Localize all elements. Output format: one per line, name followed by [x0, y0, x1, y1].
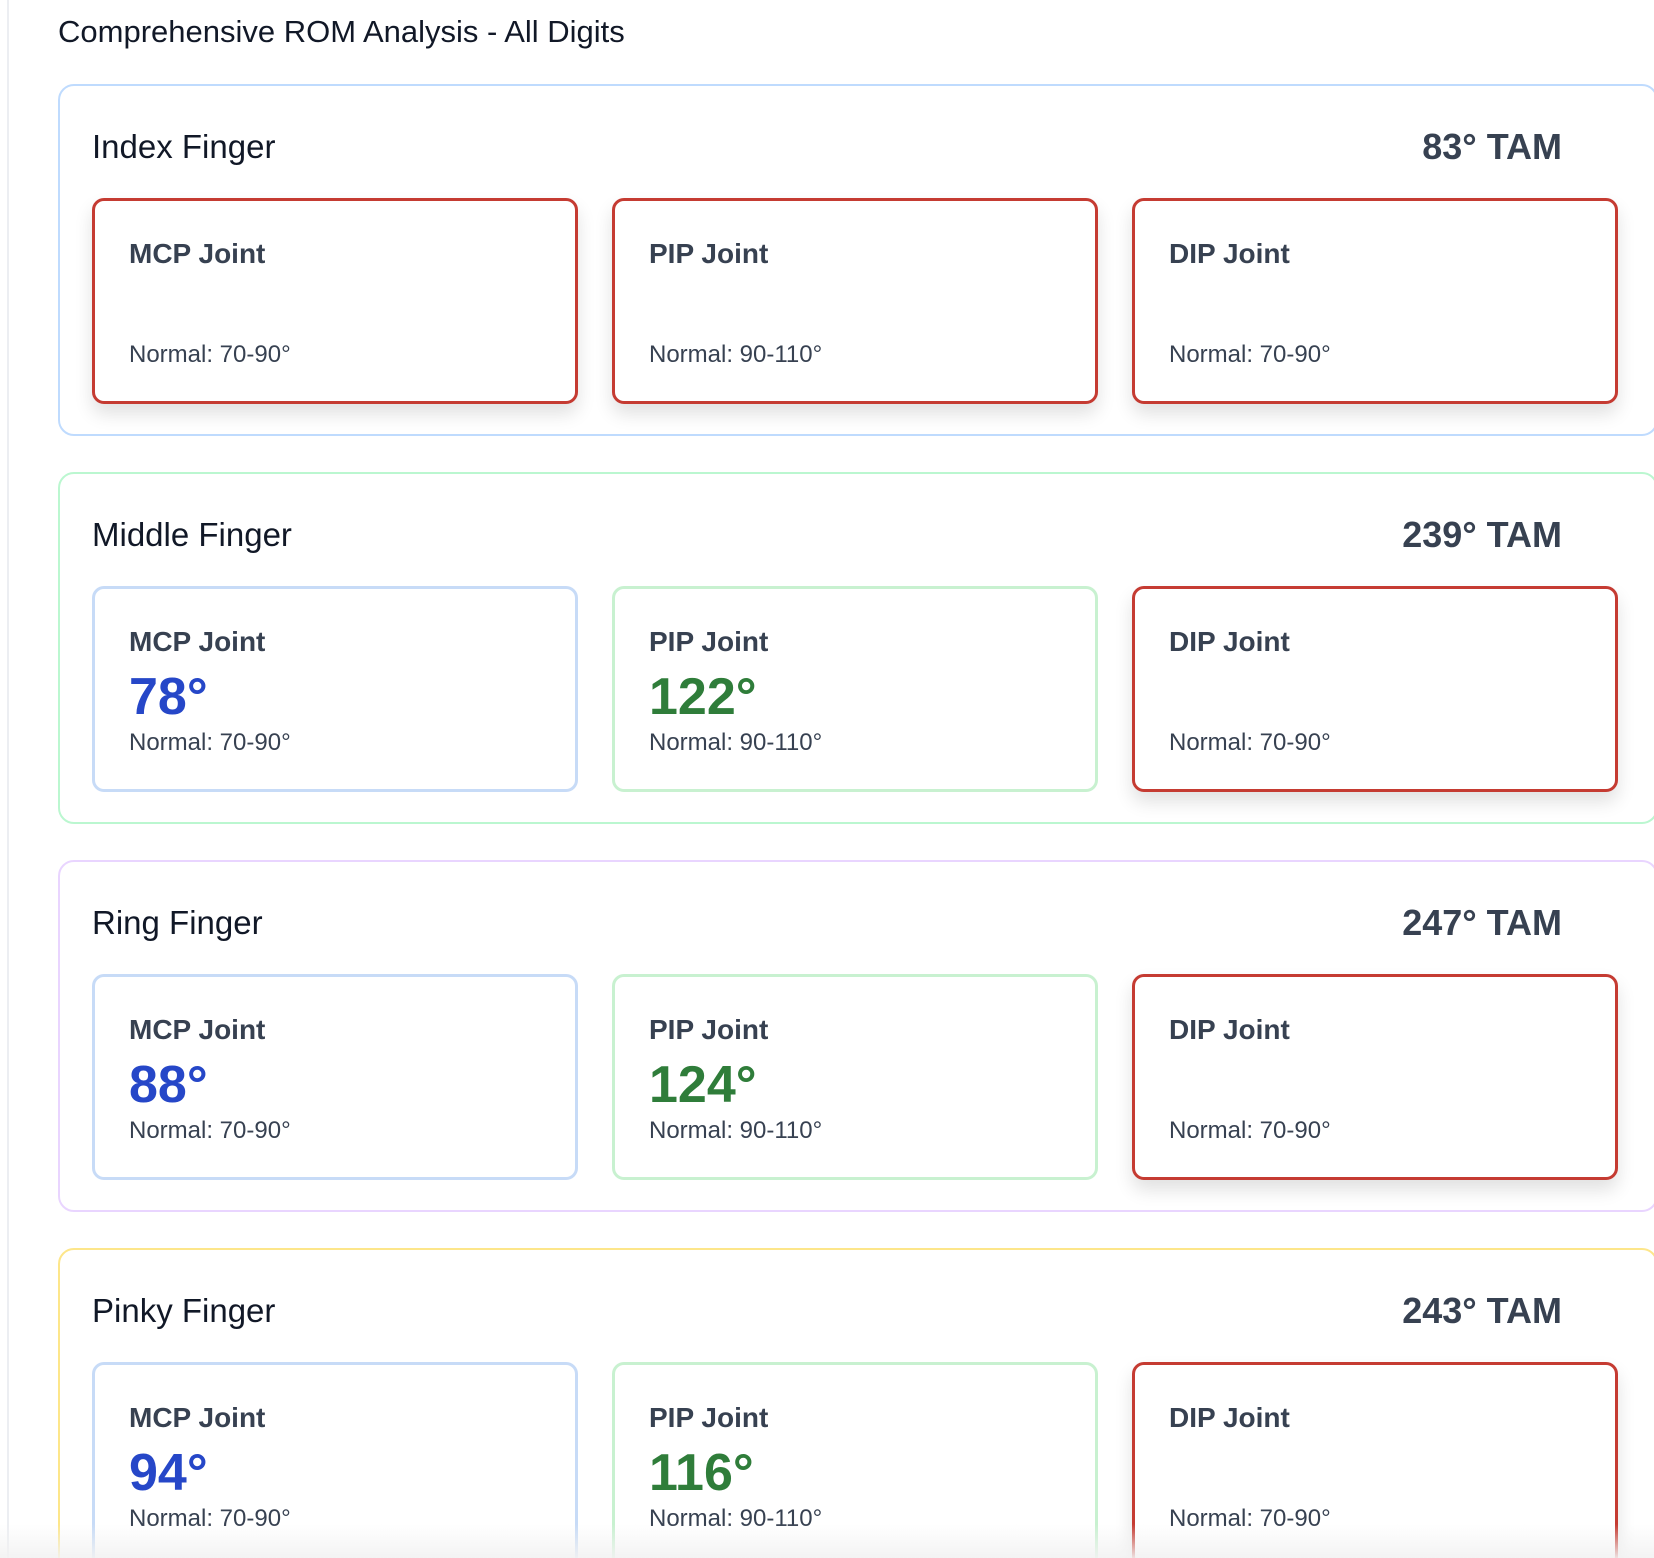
joint-value: 78°: [129, 668, 208, 726]
finger-name: Index Finger: [92, 128, 276, 165]
joint-normal-range: Normal: 70-90°: [1169, 341, 1331, 368]
joint-normal-range: Normal: 70-90°: [1169, 1505, 1331, 1532]
joint-normal-range: Normal: 70-90°: [129, 1117, 291, 1144]
joint-value: 88°: [129, 1056, 208, 1114]
joint-normal-range: Normal: 90-110°: [649, 1117, 823, 1144]
joint-normal-range: Normal: 90-110°: [649, 1505, 823, 1532]
joint-card-dip: DIP Joint Normal: 70-90°: [1132, 974, 1618, 1180]
joint-label: MCP Joint: [129, 1402, 266, 1433]
finger-name: Pinky Finger: [92, 1292, 276, 1329]
joint-normal-range: Normal: 90-110°: [649, 729, 823, 756]
finger-card-pinky: Pinky Finger 243° TAM MCP Joint 94° Norm…: [58, 1248, 1654, 1558]
joint-label: PIP Joint: [649, 1014, 769, 1045]
joint-label: PIP Joint: [649, 238, 769, 269]
left-divider: [7, 0, 9, 1558]
joint-value: 122°: [649, 668, 757, 726]
joint-normal-range: Normal: 70-90°: [1169, 1117, 1331, 1144]
joint-card-dip: DIP Joint Normal: 70-90°: [1132, 198, 1618, 404]
joint-card-mcp: MCP Joint 88° Normal: 70-90°: [92, 974, 578, 1180]
joint-label: PIP Joint: [649, 626, 769, 657]
joint-card-pip: PIP Joint 122° Normal: 90-110°: [612, 586, 1098, 792]
joint-card-mcp: MCP Joint 94° Normal: 70-90°: [92, 1362, 578, 1558]
joint-label: DIP Joint: [1169, 626, 1290, 657]
joint-card-pip: PIP Joint 116° Normal: 90-110°: [612, 1362, 1098, 1558]
rom-analysis-page: Comprehensive ROM Analysis - All Digits …: [0, 0, 1654, 1558]
joint-card-dip: DIP Joint Normal: 70-90°: [1132, 586, 1618, 792]
joint-card-pip: PIP Joint 124° Normal: 90-110°: [612, 974, 1098, 1180]
joint-card-mcp: MCP Joint 78° Normal: 70-90°: [92, 586, 578, 792]
finger-card-index: Index Finger 83° TAM MCP Joint Normal: 7…: [58, 84, 1654, 436]
joint-value: 116°: [649, 1444, 754, 1502]
joint-label: PIP Joint: [649, 1402, 769, 1433]
joint-label: DIP Joint: [1169, 238, 1290, 269]
joint-value: 124°: [649, 1056, 757, 1114]
tam-total: 239° TAM: [1402, 514, 1562, 555]
tam-total: 83° TAM: [1422, 126, 1562, 167]
joint-normal-range: Normal: 70-90°: [1169, 729, 1331, 756]
joint-card-pip: PIP Joint Normal: 90-110°: [612, 198, 1098, 404]
finger-card-middle: Middle Finger 239° TAM MCP Joint 78° Nor…: [58, 472, 1654, 824]
joint-card-mcp: MCP Joint Normal: 70-90°: [92, 198, 578, 404]
tam-total: 243° TAM: [1402, 1290, 1562, 1331]
finger-name: Ring Finger: [92, 904, 263, 941]
joint-normal-range: Normal: 90-110°: [649, 341, 823, 368]
finger-card-ring: Ring Finger 247° TAM MCP Joint 88° Norma…: [58, 860, 1654, 1212]
tam-total: 247° TAM: [1402, 902, 1562, 943]
joint-label: MCP Joint: [129, 626, 266, 657]
joint-normal-range: Normal: 70-90°: [129, 341, 291, 368]
finger-name: Middle Finger: [92, 516, 292, 553]
joint-normal-range: Normal: 70-90°: [129, 729, 291, 756]
joint-value: 94°: [129, 1444, 208, 1502]
joint-normal-range: Normal: 70-90°: [129, 1505, 291, 1532]
page-title: Comprehensive ROM Analysis - All Digits: [58, 14, 625, 49]
joint-label: DIP Joint: [1169, 1014, 1290, 1045]
joint-label: DIP Joint: [1169, 1402, 1290, 1433]
joint-label: MCP Joint: [129, 238, 266, 269]
joint-label: MCP Joint: [129, 1014, 266, 1045]
joint-card-dip: DIP Joint Normal: 70-90°: [1132, 1362, 1618, 1558]
